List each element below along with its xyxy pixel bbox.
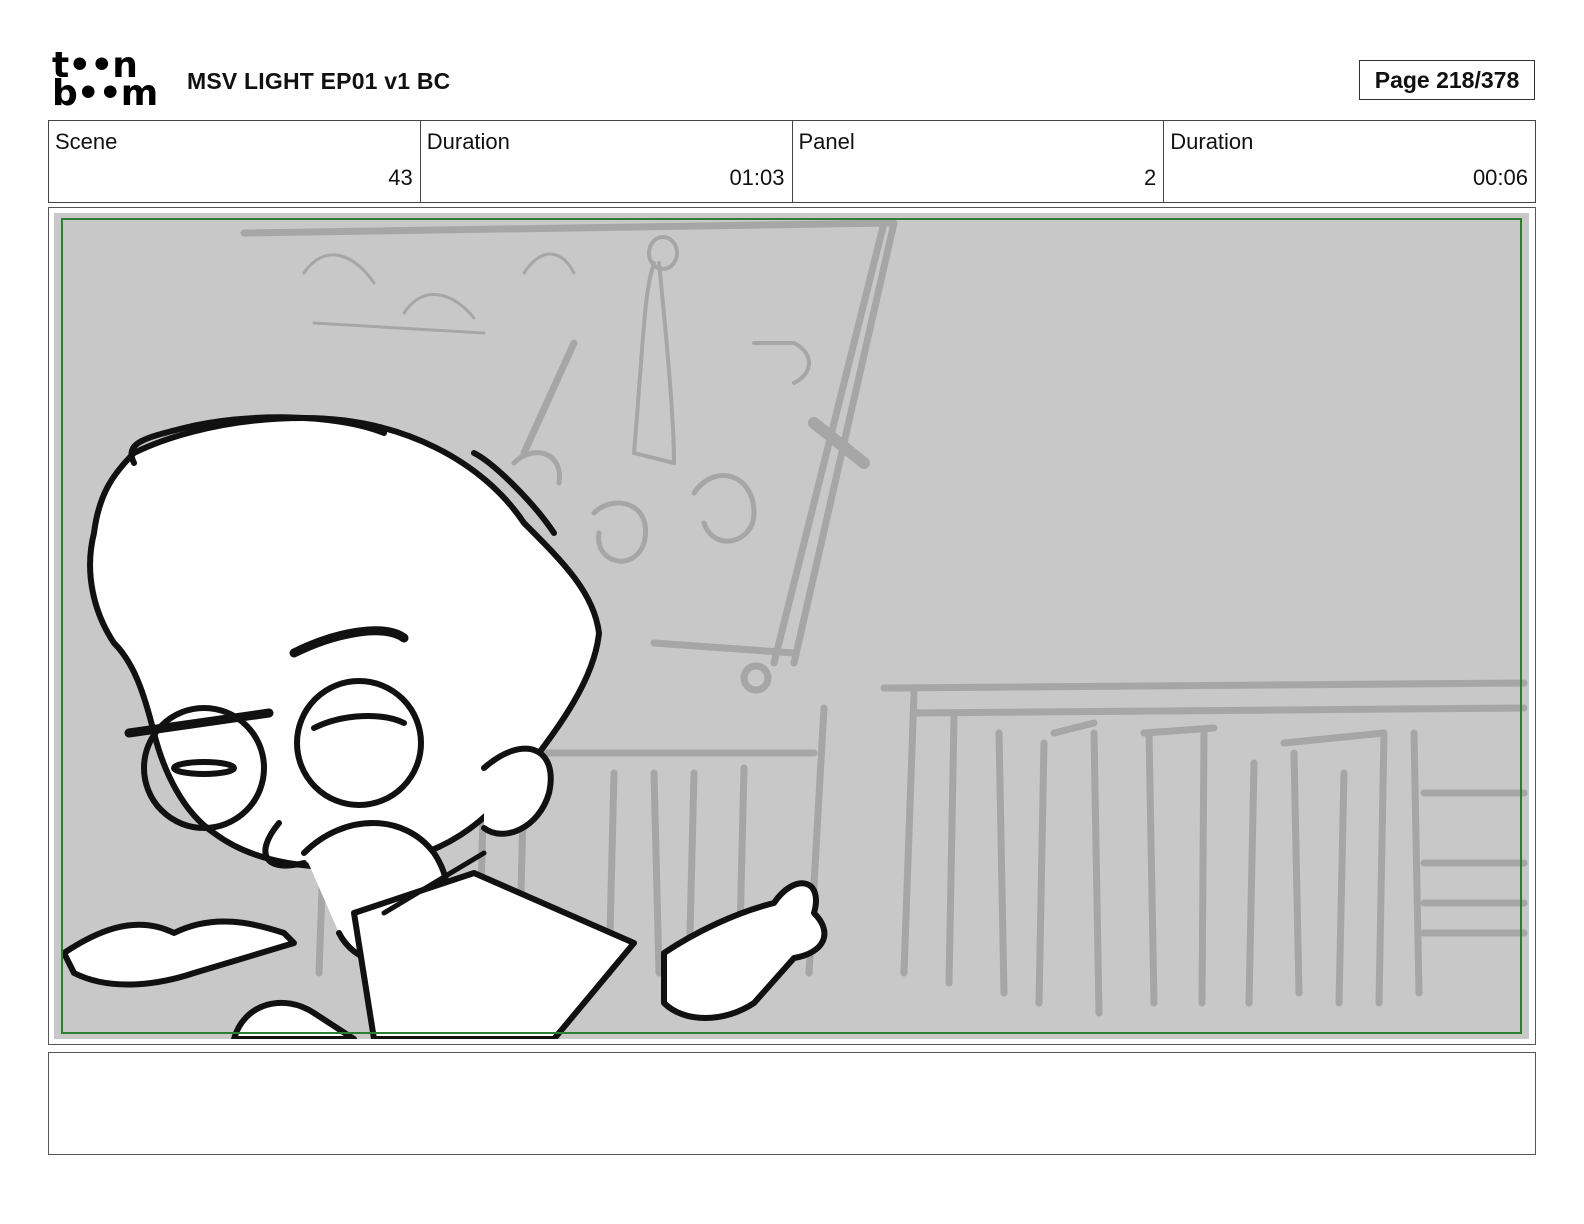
- panel-duration-cell: Duration 00:06: [1163, 121, 1535, 202]
- panel-notes-box: [48, 1052, 1536, 1155]
- document-title: MSV LIGHT EP01 v1 BC: [187, 68, 451, 94]
- toonboom-logo: t••n b••m: [52, 48, 164, 114]
- panel-duration-value: 00:06: [1472, 165, 1528, 190]
- scene-duration-cell: Duration 01:03: [419, 121, 792, 202]
- panel-info-table: Scene 43 Duration 01:03 Panel 2 Duration…: [48, 120, 1536, 203]
- scene-cell: Scene 43: [49, 121, 420, 202]
- storyboard-panel: [48, 207, 1536, 1045]
- panel-cell: Panel 2: [791, 121, 1164, 202]
- panel-sketch-image: [54, 213, 1529, 1039]
- logo-line-2: b••m: [52, 73, 158, 114]
- scene-value: 43: [388, 165, 413, 190]
- scene-label: Scene: [55, 129, 118, 154]
- page-number: Page 218/378: [1359, 60, 1535, 100]
- scene-duration-value: 01:03: [729, 165, 785, 190]
- scene-duration-label: Duration: [426, 129, 510, 154]
- panel-label: Panel: [798, 129, 855, 154]
- panel-value: 2: [1144, 165, 1157, 190]
- panel-duration-label: Duration: [1170, 129, 1254, 154]
